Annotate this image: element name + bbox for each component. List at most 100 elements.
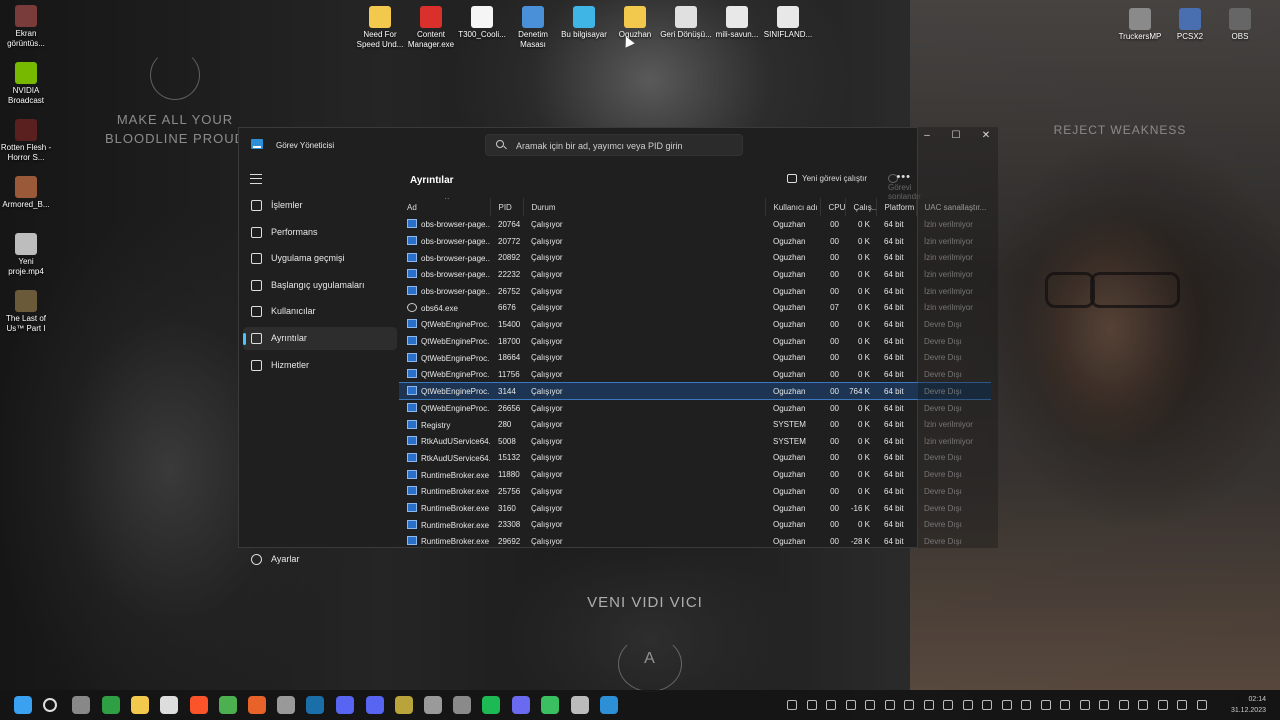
tray-icon[interactable] (787, 700, 797, 710)
file-explorer-icon[interactable] (131, 696, 149, 714)
table-row[interactable]: RuntimeBroker.exe 23308 Çalışıyor Oguzhan 00… (399, 516, 991, 533)
tray-icon[interactable] (884, 700, 895, 710)
desktop-icon[interactable]: Ekran görüntüs... (0, 5, 52, 49)
tray-icon[interactable] (904, 700, 914, 710)
app-icon[interactable] (571, 696, 589, 714)
app-icon[interactable] (424, 696, 442, 714)
desktop-icon[interactable]: OBS (1214, 8, 1266, 42)
table-row[interactable]: QtWebEngineProc... 15400 Çalışıyor Oguzhan 0… (399, 316, 991, 333)
tray-icon[interactable] (826, 700, 836, 710)
desktop-icon[interactable]: SINIFLAND... (762, 6, 814, 40)
table-row[interactable]: QtWebEngineProc... 18664 Çalışıyor Oguzhan 0… (399, 350, 991, 367)
start-button[interactable] (14, 696, 32, 714)
tray-icon[interactable] (1157, 700, 1168, 710)
search-input[interactable] (516, 138, 736, 153)
desktop-icon[interactable]: Oguzhan (609, 6, 661, 40)
table-row[interactable]: RtkAudUService64.... 5008 Çalışıyor SYSTEM 0… (399, 433, 991, 450)
desktop-icon[interactable]: The Last of Us™ Part I (0, 290, 52, 334)
table-row[interactable]: obs-browser-page.... 26752 Çalışıyor Oguzha… (399, 283, 991, 300)
tray-icon[interactable] (1138, 700, 1148, 710)
column-header[interactable]: Çalış... (845, 198, 877, 216)
tray-icon[interactable] (806, 700, 817, 710)
sidebar-item-4[interactable]: Başlangıç uygulamaları (243, 274, 397, 297)
tray-icon[interactable] (845, 700, 856, 710)
tray-icon[interactable] (982, 700, 992, 710)
table-row[interactable]: obs-browser-page.... 20892 Çalışıyor Oguzha… (399, 249, 991, 266)
sidebar-item-7[interactable]: Hizmetler (243, 354, 397, 377)
tray-icon[interactable] (1001, 700, 1012, 710)
app-icon[interactable] (277, 696, 295, 714)
xbox-icon[interactable] (102, 696, 120, 714)
desktop-icon[interactable]: Bu bilgisayar (558, 6, 610, 40)
desktop-icon[interactable]: Denetim Masası (507, 6, 559, 50)
table-row[interactable]: QtWebEngineProc... 11756 Çalışıyor Oguzhan 0… (399, 366, 991, 383)
desktop-icon[interactable]: Armored_B... (0, 176, 52, 210)
sidebar-item-3[interactable]: Uygulama geçmişi (243, 247, 397, 270)
tray-icon[interactable] (1060, 700, 1070, 710)
desktop-icon[interactable]: T300_Cooli... (456, 6, 508, 40)
tray-icon[interactable] (1118, 700, 1129, 710)
brave-icon[interactable] (190, 696, 208, 714)
column-header[interactable]: PID (490, 198, 524, 216)
column-header[interactable]: Durum (523, 198, 766, 216)
table-row[interactable]: QtWebEngineProc... 18700 Çalışıyor Oguzhan 0… (399, 333, 991, 350)
task-manager-icon[interactable] (600, 696, 618, 714)
table-row[interactable]: obs-browser-page.... 20772 Çalışıyor Oguzha… (399, 233, 991, 250)
chrome-icon[interactable] (219, 696, 237, 714)
desktop-icon[interactable]: Need For Speed Und... (354, 6, 406, 50)
desktop-icon[interactable]: NVIDIA Broadcast (0, 62, 52, 106)
tray-icon[interactable] (1099, 700, 1109, 710)
tray-icon[interactable] (1196, 700, 1207, 710)
desktop-icon[interactable]: Yeni proje.mp4 (0, 233, 52, 277)
sidebar-item-5[interactable]: Kullanıcılar (243, 300, 397, 323)
tray-icon[interactable] (943, 700, 953, 710)
column-header[interactable]: Platform (876, 198, 917, 216)
more-options-button[interactable]: ••• (896, 171, 911, 183)
table-row[interactable]: RuntimeBroker.exe 29692 Çalışıyor Oguzhan 00… (399, 533, 991, 550)
table-row[interactable]: RuntimeBroker.exe 25756 Çalışıyor Oguzhan 00… (399, 483, 991, 500)
tray-icon[interactable] (865, 700, 875, 710)
maximize-button[interactable]: ☐ (941, 127, 971, 145)
table-row[interactable]: obs64.exe 6676 Çalışıyor Oguzhan 07 0 K 64 bit… (399, 299, 991, 316)
table-row[interactable]: obs-browser-page.... 20764 Çalışıyor Oguzha… (399, 216, 991, 233)
title-bar[interactable]: Görev Yöneticisi (239, 128, 917, 162)
table-row[interactable]: Registry 280 Çalışıyor SYSTEM 00 0 K 64 bit İzi… (399, 416, 991, 433)
table-row[interactable]: QtWebEngineProc... 3144 Çalışıyor Oguzhan 00… (399, 382, 991, 401)
desktop-icon[interactable]: Content Manager.exe (405, 6, 457, 50)
steam-icon[interactable] (306, 696, 324, 714)
app-icon[interactable] (336, 696, 354, 714)
sidebar-item-2[interactable]: Performans (243, 221, 397, 244)
search-icon[interactable] (43, 698, 57, 712)
table-row[interactable]: QtWebEngineProc... 26656 Çalışıyor Oguzhan 0… (399, 400, 991, 417)
close-button[interactable]: ✕ (971, 127, 1001, 145)
desktop-icon[interactable]: mili-savun... (711, 6, 763, 40)
tray-icon[interactable] (1040, 700, 1051, 710)
column-header[interactable]: CPU (820, 198, 846, 216)
spotify-icon[interactable] (482, 696, 500, 714)
app-icon[interactable] (72, 696, 90, 714)
table-row[interactable]: obs-browser-page.... 22232 Çalışıyor Oguzha… (399, 266, 991, 283)
table-row[interactable]: RtkAudUService64.... 15132 Çalışıyor Oguzha… (399, 450, 991, 467)
discord-icon[interactable] (366, 696, 384, 714)
clock[interactable]: 02:14 31.12.2023 (1231, 694, 1266, 716)
minimize-button[interactable]: – (912, 127, 942, 145)
app-icon[interactable] (512, 696, 530, 714)
store-icon[interactable] (160, 696, 178, 714)
search-box[interactable] (485, 134, 743, 156)
app-icon[interactable] (541, 696, 559, 714)
tray-icon[interactable] (1177, 700, 1187, 710)
tray-icon[interactable] (1021, 700, 1031, 710)
tray-icon[interactable] (923, 700, 934, 710)
app-icon[interactable] (453, 696, 471, 714)
app-icon[interactable] (248, 696, 266, 714)
sidebar-item-6[interactable]: Ayrıntılar (243, 327, 397, 350)
desktop-icon[interactable]: Rotten Flesh - Horror S... (0, 119, 52, 163)
column-header[interactable]: Ad (399, 198, 491, 216)
hamburger-menu-icon[interactable] (250, 174, 262, 184)
sidebar-item-1[interactable]: İşlemler (243, 194, 397, 217)
sidebar-item-settings[interactable]: Ayarlar (243, 548, 397, 571)
app-icon[interactable] (395, 696, 413, 714)
desktop-icon[interactable]: PCSX2 (1164, 8, 1216, 42)
column-header[interactable]: Kullanıcı adı (765, 198, 821, 216)
desktop-icon[interactable]: Geri Dönüşü... (660, 6, 712, 40)
